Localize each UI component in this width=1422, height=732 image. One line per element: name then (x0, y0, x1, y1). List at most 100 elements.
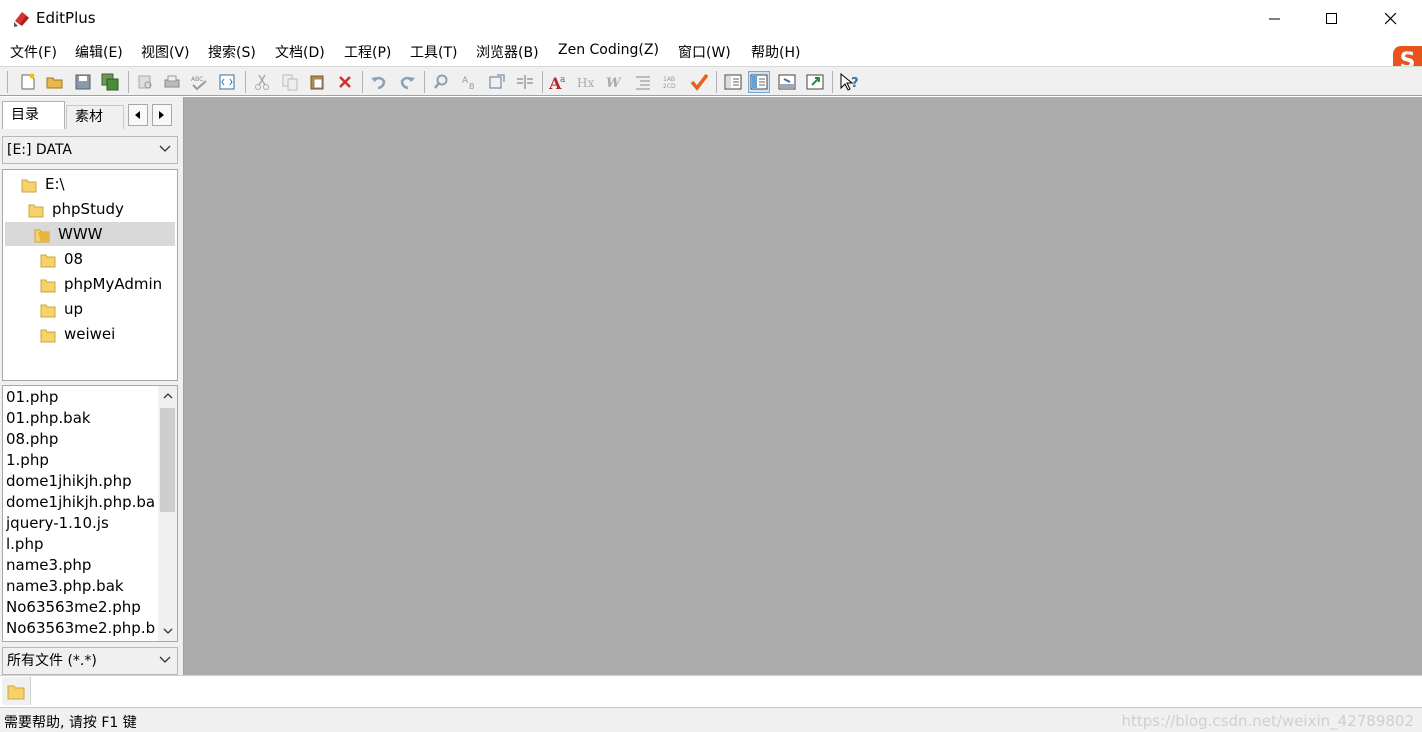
context-help-icon: ? (840, 73, 859, 91)
file-item[interactable]: 01.php (6, 387, 156, 408)
folder-icon (21, 179, 37, 192)
file-item[interactable]: name3.php.bak (6, 576, 156, 597)
drive-select[interactable]: [E:] DATA (2, 136, 178, 164)
menu-zen-coding[interactable]: Zen Coding(Z) (558, 42, 659, 58)
hex-button[interactable]: Hx (576, 71, 598, 93)
svg-text:ABC: ABC (191, 76, 203, 83)
word-wrap-button[interactable]: W (604, 71, 626, 93)
close-icon (1385, 13, 1397, 25)
undo-button[interactable] (368, 71, 390, 93)
left-panel: 目录 素材 [E:] DATA E:\ phpStudy WWW 08 phpM… (0, 97, 183, 677)
font-icon: Aa (549, 74, 566, 91)
file-item[interactable]: l.php (6, 534, 156, 555)
delete-button[interactable] (334, 71, 356, 93)
find-button[interactable] (430, 71, 452, 93)
menu-browser[interactable]: 浏览器(B) (476, 42, 539, 62)
cliptext-window-button[interactable] (748, 71, 770, 93)
save-button[interactable] (72, 71, 94, 93)
column-select-button[interactable] (514, 71, 536, 93)
tree-item-label: weiwei (64, 325, 116, 343)
tab-scroll-right-button[interactable] (152, 104, 172, 126)
redo-button[interactable] (396, 71, 418, 93)
menu-window[interactable]: 窗口(W) (678, 42, 731, 62)
save-all-button[interactable] (99, 71, 121, 93)
undo-icon (371, 76, 386, 90)
go-to-icon (489, 74, 505, 89)
minimize-button[interactable] (1246, 0, 1304, 38)
replace-button[interactable]: AB (458, 71, 480, 93)
html-toolbar-button[interactable] (216, 71, 238, 93)
svg-text:W: W (606, 76, 622, 91)
menu-file[interactable]: 文件(F) (10, 42, 57, 62)
output-window-button[interactable] (776, 71, 798, 93)
tab-material[interactable]: 素材 (66, 105, 124, 129)
spell-check-button[interactable]: ABC (188, 71, 210, 93)
window-title: EditPlus (36, 9, 96, 27)
go-to-button[interactable] (486, 71, 508, 93)
tree-item[interactable]: E:\ (21, 172, 65, 196)
menu-search[interactable]: 搜索(S) (208, 42, 256, 62)
folder-icon (40, 254, 56, 267)
maximize-button[interactable] (1303, 0, 1361, 38)
file-item[interactable]: dome1jhikjh.php.bak (6, 492, 156, 513)
editor-area[interactable] (184, 97, 1422, 675)
menu-edit[interactable]: 编辑(E) (75, 42, 123, 62)
print-icon (164, 75, 180, 88)
line-number-button[interactable]: 1AB 2CD (660, 71, 682, 93)
indent-button[interactable] (632, 71, 654, 93)
file-filter-select[interactable]: 所有文件 (*.*) (2, 647, 178, 675)
tree-item-label: 08 (64, 250, 84, 268)
close-button[interactable] (1362, 0, 1420, 38)
tree-item[interactable]: 08 (40, 247, 83, 271)
menu-document[interactable]: 文档(D) (275, 42, 325, 62)
file-item[interactable]: dome1jhikjh.php (6, 471, 156, 492)
menu-tools[interactable]: 工具(T) (410, 42, 457, 62)
cut-button[interactable] (251, 71, 273, 93)
tree-item[interactable]: up (40, 297, 83, 321)
tree-item[interactable]: phpMyAdmin (40, 272, 162, 296)
paste-button[interactable] (306, 71, 328, 93)
toolbar-separator (424, 71, 425, 93)
font-button[interactable]: Aa (548, 71, 570, 93)
save-icon (75, 74, 91, 90)
tab-directory[interactable]: 目录 (2, 101, 65, 129)
tree-item-selected[interactable]: WWW (5, 222, 175, 246)
file-item[interactable]: 1.php (6, 450, 156, 471)
new-file-button[interactable] (17, 71, 39, 93)
fullscreen-button[interactable] (804, 71, 826, 93)
context-help-button[interactable]: ? (838, 71, 860, 93)
open-file-button[interactable] (44, 71, 66, 93)
tree-item-label: phpStudy (52, 200, 124, 218)
directory-window-button[interactable] (722, 71, 744, 93)
menu-project[interactable]: 工程(P) (344, 42, 391, 62)
open-file-icon (46, 77, 63, 89)
print-button[interactable] (161, 71, 183, 93)
scrollbar-thumb[interactable] (160, 408, 175, 512)
file-item[interactable]: 01.php.bak (6, 408, 156, 429)
toolbar-separator (128, 71, 129, 93)
check-button[interactable] (688, 71, 710, 93)
file-item[interactable]: 08.php (6, 429, 156, 450)
menu-help[interactable]: 帮助(H) (751, 42, 800, 62)
print-preview-button[interactable] (134, 71, 156, 93)
scroll-down-button[interactable] (158, 622, 177, 640)
file-item[interactable]: jquery-1.10.js (6, 513, 156, 534)
editplus-logo-icon (12, 9, 32, 29)
file-item[interactable]: name3.php (6, 555, 156, 576)
tab-bar-folder-button[interactable] (2, 677, 31, 705)
menu-view[interactable]: 视图(V) (141, 42, 190, 62)
check-icon (690, 73, 708, 91)
redo-icon (400, 76, 415, 90)
html-toolbar-icon (219, 74, 235, 90)
tab-scroll-left-button[interactable] (128, 104, 148, 126)
tree-item[interactable]: phpStudy (28, 197, 124, 221)
file-list-scrollbar[interactable] (158, 386, 177, 641)
directory-window-icon (724, 74, 742, 90)
cliptext-window-icon (750, 74, 768, 90)
file-item[interactable]: No63563me2.php.bak (6, 618, 156, 639)
file-item[interactable]: No63563me2.php (6, 597, 156, 618)
tree-item[interactable]: weiwei (40, 322, 115, 346)
copy-button[interactable] (279, 71, 301, 93)
tree-item-label: WWW (58, 225, 103, 243)
scroll-up-button[interactable] (158, 387, 177, 405)
